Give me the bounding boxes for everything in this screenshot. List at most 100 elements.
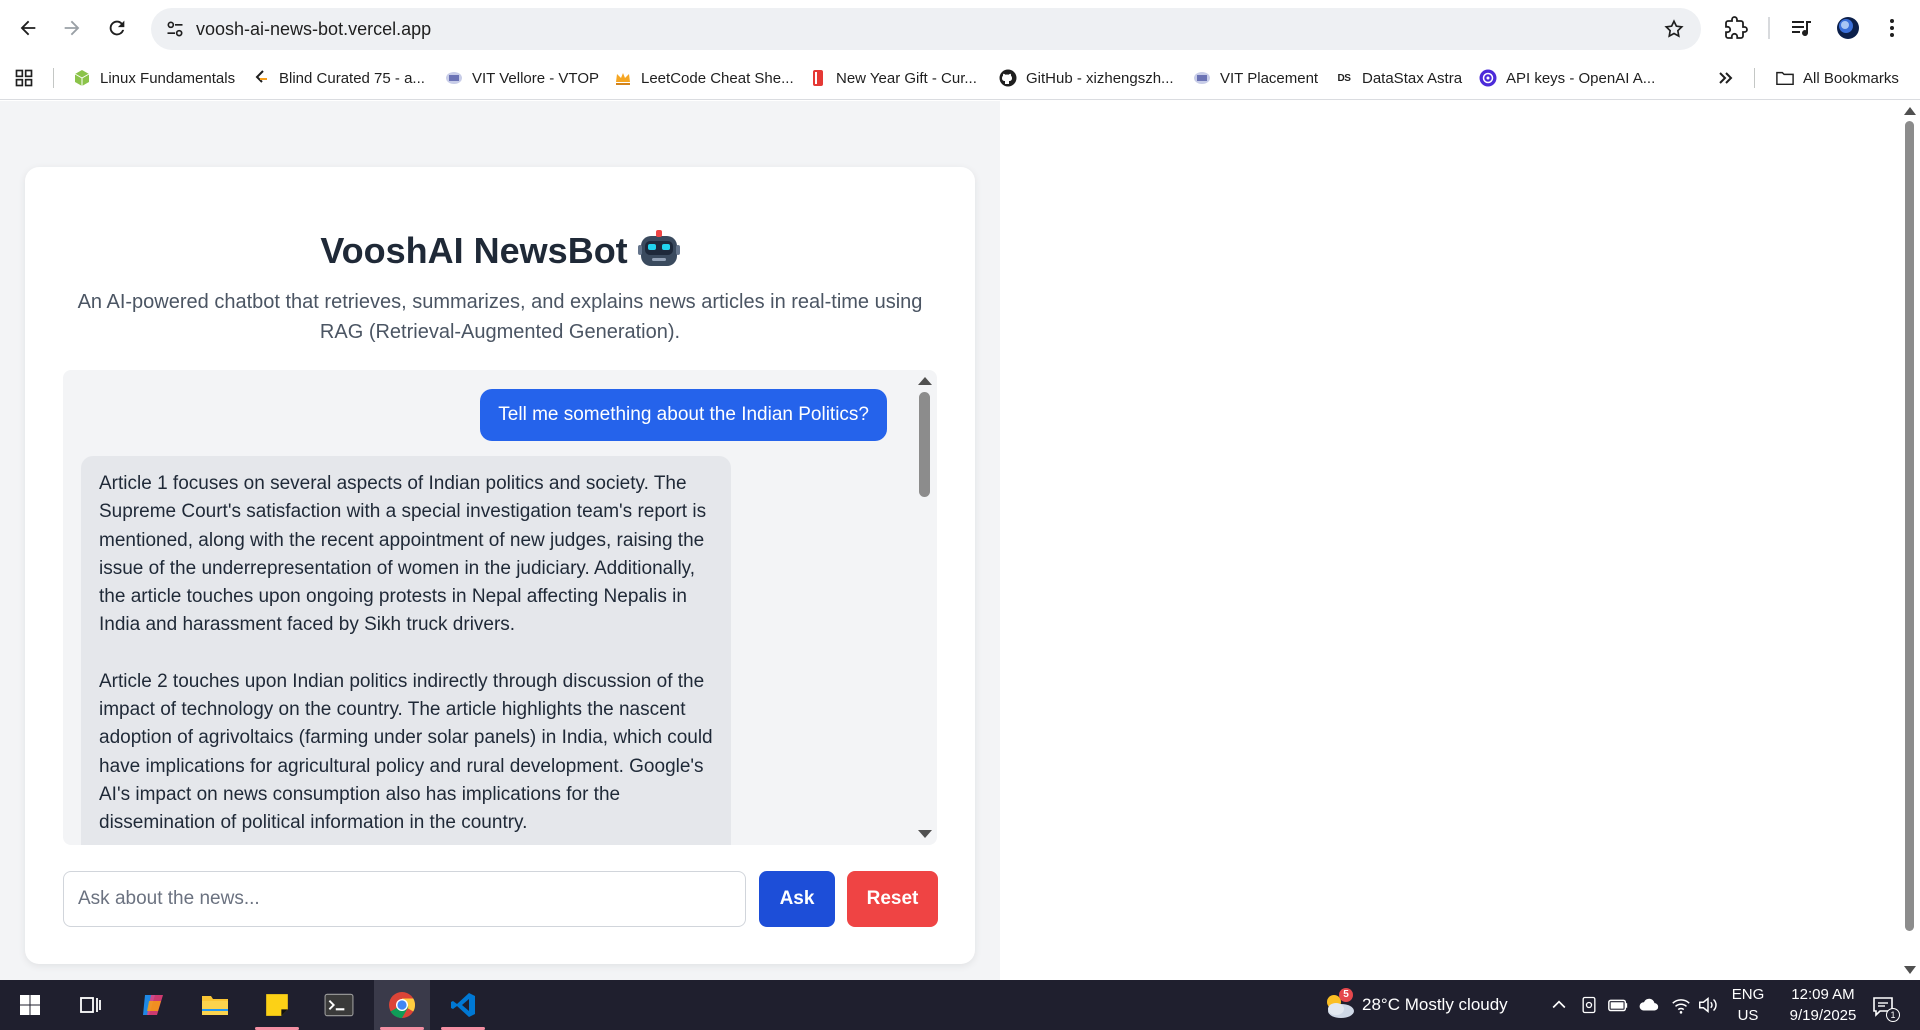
bookmark-item[interactable]: Blind Curated 75 - a... [252,66,425,90]
folder-icon [202,996,228,1015]
copilot-app[interactable] [125,980,181,1030]
bookmarks-bar: Linux Fundamentals Blind Curated 75 - a.… [0,56,1920,100]
bookmark-item[interactable]: VIT Placement [1193,66,1318,90]
device-icon [1582,996,1596,1014]
chrome-app[interactable] [374,980,430,1030]
windows-taskbar: 5 28°C Mostly cloudy ENG US 12:09 AM 9/1… [0,980,1920,1030]
windows-logo-icon [20,995,40,1015]
crown-icon [614,69,632,87]
bookmark-label: LeetCode Cheat She... [641,69,794,87]
puzzle-icon [1725,16,1748,39]
chevron-up-icon [1552,1000,1566,1009]
vscode-app[interactable] [435,980,491,1030]
bookmarks-divider [53,68,54,88]
show-hidden-icons-button[interactable] [1548,994,1570,1016]
extensions-button[interactable] [1724,16,1748,40]
profile-avatar[interactable] [1836,16,1860,40]
page-title: VooshAI NewsBot [25,227,975,272]
bookmark-label: Linux Fundamentals [100,69,236,87]
vit-icon [445,69,463,87]
file-explorer-app[interactable] [187,980,243,1030]
url-text: voosh-ai-news-bot.vercel.app [196,19,432,39]
weather-text[interactable]: 28°C Mostly cloudy [1362,995,1508,1015]
meet-now-button[interactable] [1578,994,1600,1016]
clock-date: 9/19/2025 [1789,1007,1857,1024]
bookmark-item[interactable]: GitHub - xizhengszh... [999,66,1174,90]
address-bar[interactable]: voosh-ai-news-bot.vercel.app [151,8,1701,50]
page-scrollbar-thumb[interactable] [1905,121,1914,931]
bookmark-item[interactable]: API keys - OpenAI A... [1479,66,1655,90]
bookmark-item[interactable]: DS DataStax Astra [1335,66,1463,90]
browser-toolbar: voosh-ai-news-bot.vercel.app [0,0,1920,56]
language-indicator[interactable]: ENG US [1730,984,1766,1026]
bookmark-star-icon[interactable] [1663,18,1685,40]
playlist-icon [1792,21,1811,37]
forward-button[interactable] [58,14,86,42]
chat-window[interactable]: Tell me something about the Indian Polit… [63,370,937,845]
leetcode-icon [252,69,270,87]
bookmark-label: Blind Curated 75 - a... [279,69,425,87]
task-view-button[interactable] [62,980,118,1030]
more-bookmarks-button[interactable] [1717,66,1735,90]
reset-button[interactable]: Reset [847,871,938,927]
bookmark-label: VIT Vellore - VTOP [472,69,599,87]
terminal-app[interactable] [311,980,367,1030]
keyboard-layout: US [1737,1007,1759,1024]
all-bookmarks-button[interactable]: All Bookmarks [1776,66,1899,90]
bookmarks-divider [1754,68,1755,88]
ask-button[interactable]: Ask [759,871,835,927]
ask-input[interactable] [63,871,746,927]
media-controls-button[interactable] [1790,16,1814,40]
page-scroll-up-arrow[interactable] [1904,107,1916,115]
weather-badge: 5 [1339,988,1353,1002]
onedrive-button[interactable] [1638,994,1660,1016]
arrow-right-icon [64,20,80,36]
back-button[interactable] [14,14,42,42]
github-icon [999,69,1017,87]
user-message-bubble: Tell me something about the Indian Polit… [480,389,887,441]
language-code: ENG [1731,986,1765,1003]
robot-icon [637,227,680,269]
battery-button[interactable] [1607,994,1629,1016]
bookmark-label: VIT Placement [1220,69,1319,87]
notification-count-badge: 1 [1886,1008,1900,1022]
bot-message-bubble: Article 1 focuses on several aspects of … [81,456,731,845]
start-button[interactable] [2,980,58,1030]
bookmark-item[interactable]: LeetCode Cheat She... [614,66,794,90]
datastax-icon: DS [1337,72,1351,84]
openai-icon [1479,69,1497,87]
chat-scrollbar-thumb[interactable] [919,392,930,497]
network-button[interactable] [1670,994,1692,1016]
clock[interactable]: 12:09 AM 9/19/2025 [1770,984,1876,1026]
bookmark-item[interactable]: VIT Vellore - VTOP [445,66,599,90]
sticky-notes-app[interactable] [249,980,305,1030]
bookmark-label: New Year Gift - Cur... [836,69,977,87]
sticky-note-icon [266,994,288,1016]
copilot-icon [143,995,163,1015]
chat-scroll-up-arrow[interactable] [918,377,932,385]
menu-button[interactable] [1880,16,1904,40]
folder-icon [1776,69,1794,87]
speaker-icon [1699,997,1717,1013]
site-info-icon[interactable] [165,19,185,39]
bot-message-paragraph: Article 1 focuses on several aspects of … [99,473,707,636]
page-viewport: VooshAI NewsBot An AI-powered chatbot th… [0,101,1000,980]
chrome-icon [389,992,416,1019]
all-bookmarks-label: All Bookmarks [1803,69,1899,87]
terminal-icon [324,993,354,1017]
double-chevron-right-icon [1719,72,1733,84]
bot-message-paragraph: Article 2 touches upon Indian politics i… [99,670,713,834]
chat-card: VooshAI NewsBot An AI-powered chatbot th… [25,167,975,964]
apps-button[interactable] [14,66,34,90]
bookmark-label: API keys - OpenAI A... [1506,69,1656,87]
chat-scroll-down-arrow[interactable] [918,830,932,838]
page-scrollbar[interactable] [1900,101,1920,980]
reload-button[interactable] [103,14,131,42]
page-scroll-down-arrow[interactable] [1904,966,1916,974]
apps-grid-icon [15,69,33,87]
bookmark-label: GitHub - xizhengszh... [1026,69,1174,87]
bookmark-item[interactable]: New Year Gift - Cur... [809,66,977,90]
volume-button[interactable] [1697,994,1719,1016]
cube-icon [73,69,91,87]
bookmark-item[interactable]: Linux Fundamentals [73,66,235,90]
